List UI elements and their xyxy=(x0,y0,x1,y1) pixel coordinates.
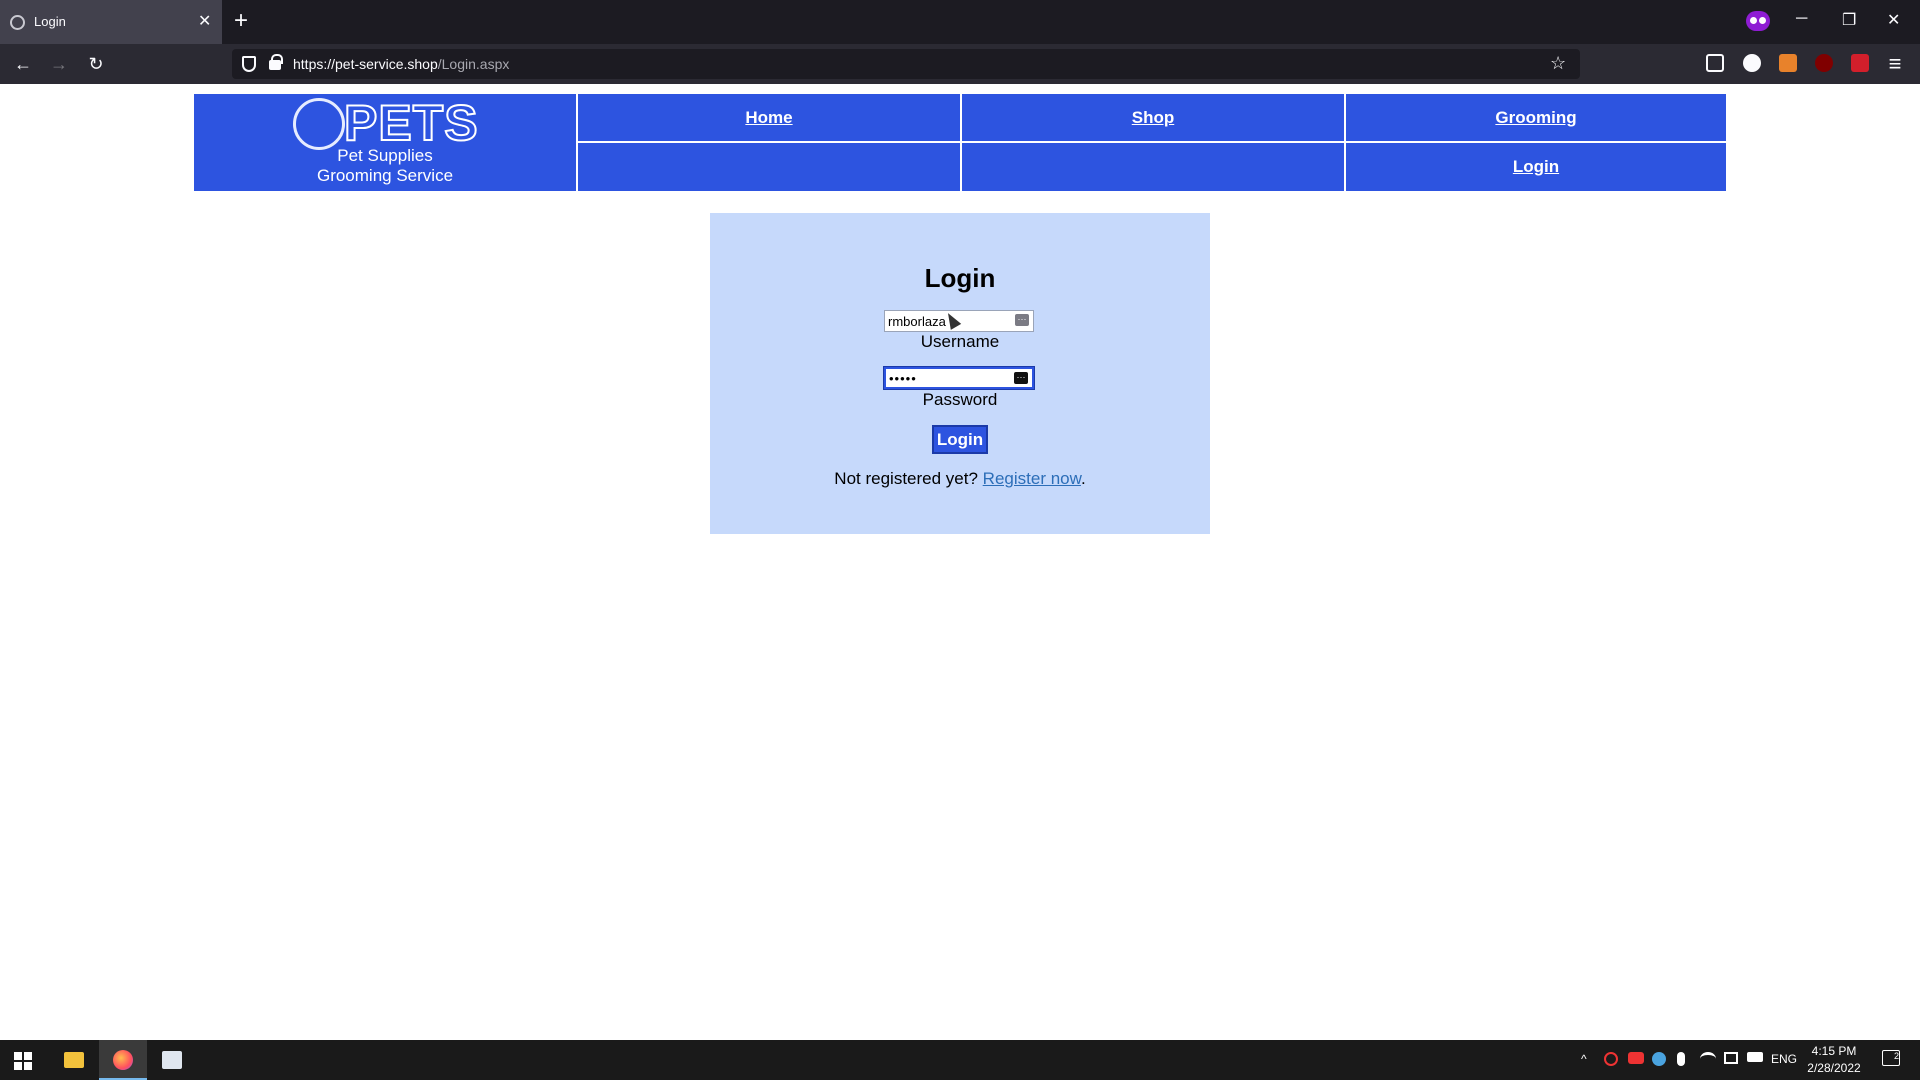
private-browsing-icon xyxy=(1746,11,1770,31)
site-favicon-icon xyxy=(10,15,25,30)
site-header: PETS Pet Supplies Grooming Service Home … xyxy=(194,94,1726,191)
volume-muted-icon[interactable] xyxy=(1724,1052,1738,1064)
nav-link-login[interactable]: Login xyxy=(1513,157,1559,177)
logo-tagline-1: Pet Supplies xyxy=(337,146,433,165)
password-manager-icon[interactable] xyxy=(1851,54,1869,72)
url-path: /Login.aspx xyxy=(437,56,510,72)
windows-start-icon[interactable] xyxy=(14,1052,32,1070)
language-indicator[interactable]: ENG xyxy=(1771,1052,1797,1066)
nav-cell-login: Login xyxy=(1346,143,1726,191)
tab-title: Login xyxy=(34,14,66,29)
ublock-icon[interactable] xyxy=(1815,54,1833,72)
password-value: ••••• xyxy=(889,371,917,386)
nav-cell-shop: Shop xyxy=(962,94,1344,141)
password-label: Password xyxy=(922,390,998,409)
app-menu-button[interactable]: ≡ xyxy=(1883,52,1907,76)
lock-icon[interactable] xyxy=(269,54,283,70)
site-logo[interactable]: PETS Pet Supplies Grooming Service xyxy=(194,94,576,191)
microphone-icon[interactable] xyxy=(1677,1052,1685,1066)
logo-tagline-2: Grooming Service xyxy=(316,166,454,185)
nav-link-home[interactable]: Home xyxy=(745,108,792,128)
notification-center-icon[interactable]: 2 xyxy=(1882,1050,1900,1066)
register-line: Not registered yet? Register now. xyxy=(710,469,1210,489)
tracking-protection-icon[interactable] xyxy=(242,56,256,72)
back-button[interactable]: ← xyxy=(11,52,35,76)
tray-app-icon[interactable] xyxy=(1604,1052,1618,1066)
battery-icon[interactable] xyxy=(1747,1052,1763,1062)
notification-count: 2 xyxy=(1893,1051,1899,1061)
nav-cell-home: Home xyxy=(578,94,960,141)
taskbar-firefox[interactable] xyxy=(99,1040,147,1080)
forward-button[interactable]: → xyxy=(47,52,71,76)
nav-cell-grooming: Grooming xyxy=(1346,94,1726,141)
new-tab-button[interactable]: + xyxy=(234,8,248,34)
nav-cell-empty-1 xyxy=(578,143,960,191)
discord-icon[interactable] xyxy=(1628,1052,1644,1064)
trash-extension-icon[interactable] xyxy=(1779,54,1797,72)
profile-extension-icon[interactable] xyxy=(1743,54,1761,72)
taskbar-app[interactable] xyxy=(148,1040,196,1080)
clock-time: 4:15 PM xyxy=(1811,1044,1857,1058)
register-link[interactable]: Register now xyxy=(983,469,1081,488)
folder-icon xyxy=(64,1052,84,1068)
reload-button[interactable]: ↻ xyxy=(84,52,108,76)
login-panel: Login rmborlaza ··· Username ••••• ··· P… xyxy=(710,213,1210,534)
close-tab-icon[interactable]: ✕ xyxy=(198,11,211,31)
taskbar-file-explorer[interactable] xyxy=(50,1040,98,1080)
minimize-button[interactable]: ─ xyxy=(1796,10,1807,28)
register-prompt: Not registered yet? xyxy=(834,469,978,488)
restore-button[interactable]: ❐ xyxy=(1842,10,1856,30)
password-field[interactable]: ••••• ··· xyxy=(883,366,1035,390)
tray-overflow-chevron-icon[interactable]: ^ xyxy=(1581,1052,1587,1066)
login-button[interactable]: Login xyxy=(932,425,988,454)
taskbar: ^ ENG 4:15 PM 2/28/2022 2 xyxy=(0,1040,1920,1080)
username-label: Username xyxy=(920,332,1000,351)
wifi-icon[interactable] xyxy=(1700,1052,1716,1066)
login-title: Login xyxy=(924,263,996,293)
pet-logo-icon xyxy=(293,98,345,150)
nav-link-shop[interactable]: Shop xyxy=(1132,108,1175,128)
autofill-key-icon[interactable]: ··· xyxy=(1014,372,1028,384)
browser-titlebar: Login ✕ + ─ ❐ ✕ xyxy=(0,0,1920,44)
steam-icon[interactable] xyxy=(1652,1052,1666,1066)
close-window-button[interactable]: ✕ xyxy=(1887,10,1900,30)
autofill-key-icon[interactable]: ··· xyxy=(1015,314,1029,326)
browser-toolbar: ← → ↻ https://pet-service.shop/Login.asp… xyxy=(0,44,1920,84)
logo-word: PETS xyxy=(343,94,479,152)
url-text[interactable]: https://pet-service.shop/Login.aspx xyxy=(293,56,509,72)
url-host: https://pet-service.shop xyxy=(293,56,438,72)
address-bar[interactable]: https://pet-service.shop/Login.aspx ☆ xyxy=(232,49,1580,79)
register-suffix: . xyxy=(1080,469,1086,488)
username-value: rmborlaza xyxy=(888,314,946,329)
firefox-icon xyxy=(113,1050,133,1070)
clock[interactable]: 4:15 PM 2/28/2022 xyxy=(1800,1043,1868,1077)
nav-link-grooming[interactable]: Grooming xyxy=(1495,108,1576,128)
browser-tab[interactable]: Login ✕ xyxy=(0,0,222,44)
nav-cell-empty-2 xyxy=(962,143,1344,191)
app-window-icon xyxy=(162,1051,182,1069)
clock-date: 2/28/2022 xyxy=(1807,1061,1861,1075)
pocket-icon[interactable] xyxy=(1706,54,1724,72)
bookmark-star-icon[interactable]: ☆ xyxy=(1550,53,1566,74)
